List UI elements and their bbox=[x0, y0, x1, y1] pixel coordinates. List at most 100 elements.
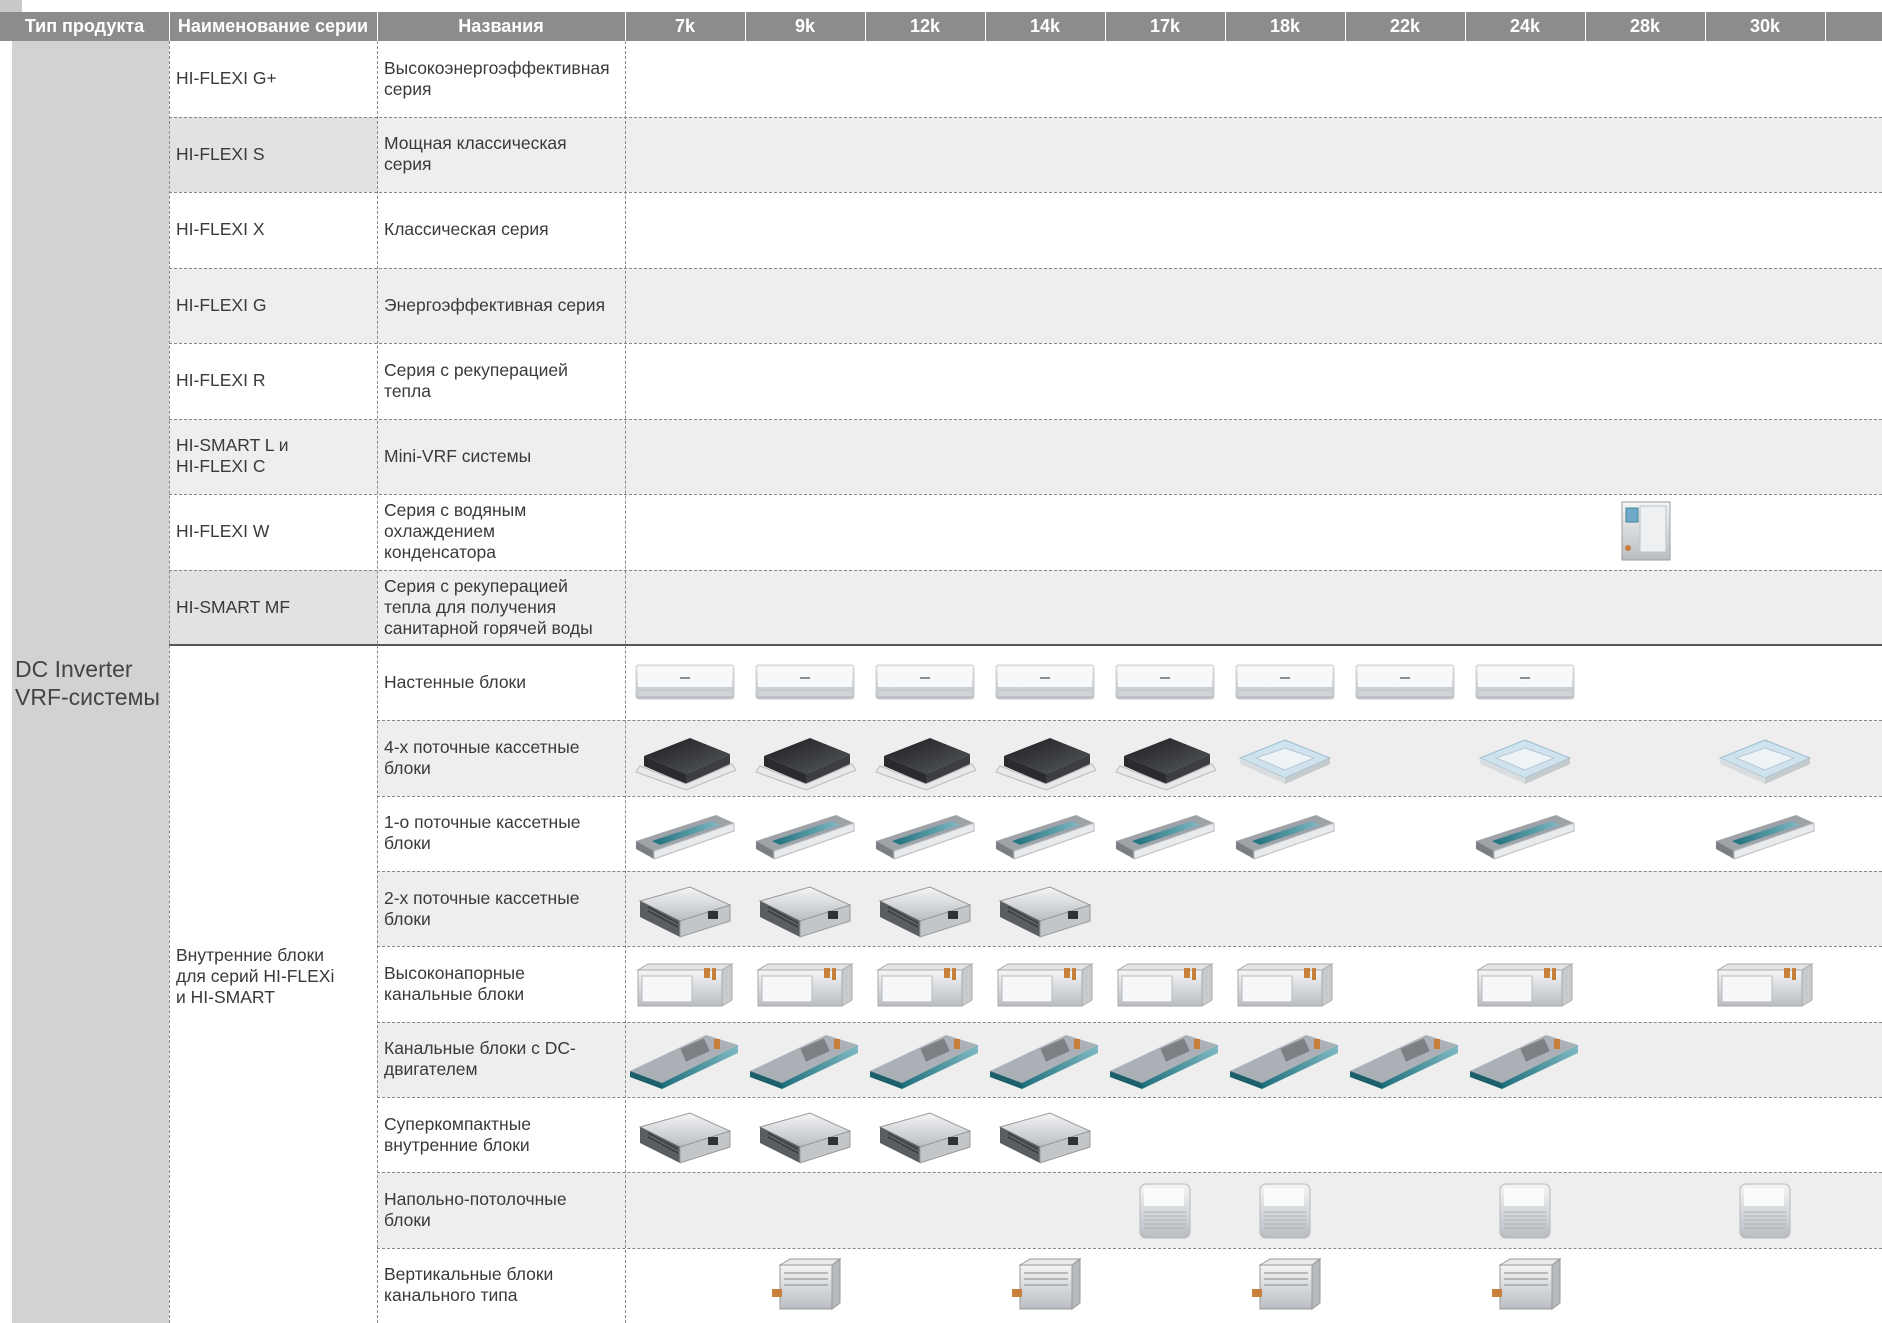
header-capacity-14k: 14k bbox=[1029, 16, 1061, 36]
cassette-1way-image bbox=[1716, 815, 1815, 861]
dc-duct-image bbox=[630, 1035, 738, 1090]
series-name-line: HI-SMART MF bbox=[176, 596, 291, 617]
cassette-4way-light-image bbox=[1238, 739, 1332, 784]
product-name-text: Высокоэнергоэффективная серия bbox=[384, 58, 610, 100]
product-name-line: Mini-VRF системы bbox=[384, 445, 532, 466]
cassette-4way-image bbox=[995, 738, 1097, 791]
product-name: Высокоэнергоэффективная серия bbox=[377, 41, 625, 117]
product-name-text: Настенные блоки bbox=[384, 672, 526, 693]
product-name-line: Вертикальные блоки bbox=[384, 1264, 554, 1285]
cassette-4way-light-image bbox=[1478, 739, 1572, 784]
vertical-duct-image bbox=[772, 1258, 842, 1311]
cassette-4way-image bbox=[635, 738, 737, 791]
product-name-line: Напольно-потолочные bbox=[384, 1188, 567, 1209]
row-divider bbox=[169, 569, 1882, 571]
cassette-1way-image bbox=[1116, 815, 1215, 861]
series-name-text: HI-FLEXI W bbox=[176, 521, 269, 542]
wall-unit-image bbox=[1235, 664, 1335, 700]
product-name-line: серия bbox=[384, 154, 432, 175]
product-name: Канальные блоки с DC-двигателем bbox=[377, 1022, 625, 1097]
product-name-text: Серия с рекуперацией тепла bbox=[384, 360, 568, 402]
header-divider bbox=[169, 12, 170, 41]
header-divider bbox=[1105, 12, 1106, 41]
water-cooled-unit-image bbox=[1621, 501, 1671, 561]
series-name-text: HI-FLEXI G bbox=[176, 295, 266, 316]
product-name-text: Высоконапорные канальные блоки bbox=[384, 963, 525, 1005]
header-divider bbox=[377, 12, 378, 41]
series-name-line: HI-FLEXI X bbox=[176, 219, 265, 240]
product-name-line: Серия с водяным bbox=[384, 500, 527, 521]
floor-ceiling-image bbox=[1739, 1183, 1791, 1239]
vertical-duct-image bbox=[1012, 1258, 1082, 1311]
product-name-line: Суперкомпактные bbox=[384, 1113, 531, 1134]
series-name-line: HI-FLEXI R bbox=[176, 370, 266, 391]
product-name-line: охлаждением bbox=[384, 521, 496, 542]
high-pressure-duct-image bbox=[1236, 963, 1334, 1007]
product-name-text: Канальные блоки с DC-двигателем bbox=[384, 1038, 576, 1080]
cassette-2way-image bbox=[998, 886, 1092, 938]
header-divider bbox=[1705, 12, 1706, 41]
floor-ceiling-image bbox=[1259, 1183, 1311, 1239]
indoor-series-line: Внутренние блоки bbox=[176, 945, 325, 965]
compact-duct-image bbox=[998, 1112, 1092, 1164]
dc-duct-image bbox=[1350, 1035, 1458, 1090]
series-name: HI-SMART L и HI-FLEXI C bbox=[169, 419, 377, 495]
series-name-line: HI-FLEXI W bbox=[176, 521, 270, 542]
product-name: Mini-VRF системы bbox=[377, 419, 625, 495]
row-divider bbox=[169, 192, 1882, 193]
product-name: 1-о поточные кассетные блоки bbox=[377, 796, 625, 871]
product-name-line: Классическая серия bbox=[384, 219, 549, 240]
product-name: Серия с рекуперацией тепла для получения с… bbox=[377, 570, 625, 646]
dc-duct-image bbox=[870, 1035, 978, 1090]
product-name-line: внутренние блоки bbox=[384, 1134, 530, 1155]
cassette-1way-image bbox=[1476, 815, 1575, 861]
vertical-duct-image bbox=[1252, 1258, 1322, 1311]
wall-unit-image bbox=[755, 664, 855, 700]
column-divider bbox=[625, 41, 626, 1323]
product-name-line: Канальные блоки с DC- bbox=[384, 1038, 576, 1059]
series-name: HI-FLEXI G bbox=[169, 268, 377, 344]
header-product-type: Тип продукта bbox=[24, 16, 145, 36]
high-pressure-duct-image bbox=[756, 963, 854, 1007]
header-capacity-18k: 18k bbox=[1269, 16, 1301, 36]
vertical-duct-image bbox=[1492, 1258, 1562, 1311]
product-name-text: Энергоэффективная серия bbox=[384, 295, 605, 316]
series-name: HI-FLEXI G+ bbox=[169, 41, 377, 117]
product-name-line: блоки bbox=[384, 757, 431, 778]
product-name-line: Настенные блоки bbox=[384, 672, 526, 693]
dc-duct-image bbox=[1110, 1035, 1218, 1090]
product-name-line: Энергоэффективная серия bbox=[384, 294, 606, 315]
series-name-text: HI-SMART L и HI-FLEXI C bbox=[176, 435, 289, 477]
series-name-line: HI-FLEXI S bbox=[176, 143, 265, 164]
header-divider bbox=[1225, 12, 1226, 41]
cassette-2way-image bbox=[878, 886, 972, 938]
product-name: Серия с рекуперацией тепла bbox=[377, 343, 625, 419]
header-capacity-22k: 22k bbox=[1389, 16, 1421, 36]
series-name-line: HI-SMART L и bbox=[176, 435, 289, 456]
series-name: HI-SMART MF bbox=[169, 570, 377, 646]
high-pressure-duct-image bbox=[1116, 963, 1214, 1007]
compact-duct-image bbox=[638, 1112, 732, 1164]
indoor-series-line: для серий HI-FLEXi bbox=[176, 966, 335, 986]
column-divider bbox=[377, 41, 378, 1323]
header-divider bbox=[1585, 12, 1586, 41]
cassette-4way-image bbox=[755, 738, 857, 791]
high-pressure-duct-image bbox=[876, 963, 974, 1007]
wall-unit-image bbox=[875, 664, 975, 700]
product-name-text: Серия с рекуперацией тепла для получения с… bbox=[384, 576, 593, 639]
row-divider bbox=[169, 494, 1882, 495]
product-name-text: Серия с водяным охлаждением конденсатора bbox=[384, 500, 526, 563]
product-name-line: двигателем bbox=[384, 1059, 478, 1080]
indoor-series-line: и HI-SMART bbox=[176, 987, 275, 1007]
header-divider bbox=[1825, 12, 1826, 41]
product-type-label: DC Inverter VRF-системы bbox=[15, 655, 160, 711]
product-name-line: тепла для получения bbox=[384, 596, 557, 617]
header-capacity-12k: 12k bbox=[909, 16, 941, 36]
series-name-line: HI-FLEXI G bbox=[176, 294, 267, 315]
product-name-line: Высоконапорные bbox=[384, 962, 525, 983]
floor-ceiling-image bbox=[1499, 1183, 1551, 1239]
product-name: Высоконапорные канальные блоки bbox=[377, 946, 625, 1021]
series-name-line: HI-FLEXI C bbox=[176, 456, 266, 477]
product-name-line: серия bbox=[384, 78, 432, 99]
cassette-4way-image bbox=[875, 738, 977, 791]
